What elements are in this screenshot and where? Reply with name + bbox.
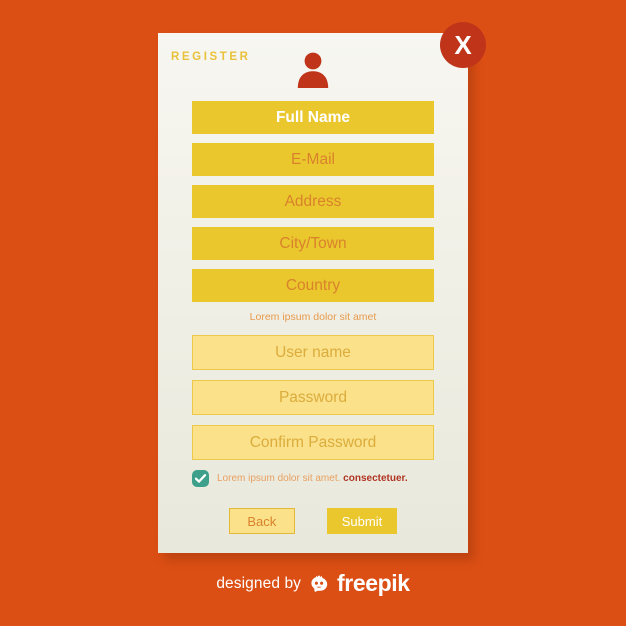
close-icon: X — [454, 30, 472, 60]
password-input[interactable]: Password — [192, 380, 434, 415]
consent-text-main: Lorem ipsum dolor sit amet. — [217, 473, 341, 484]
credential-field-group: User name Password Confirm Password — [158, 335, 468, 460]
username-input[interactable]: User name — [192, 335, 434, 370]
confirm-password-input[interactable]: Confirm Password — [192, 425, 434, 460]
city-town-input[interactable]: City/Town — [192, 227, 434, 260]
separator-text: Lorem ipsum dolor sit amet — [249, 311, 377, 323]
close-button[interactable]: X — [440, 22, 486, 68]
freepik-attribution: designed by freepik — [0, 570, 626, 597]
primary-field-group: Full Name E-Mail Address City/Town Count… — [158, 101, 468, 302]
country-input[interactable]: Country — [192, 269, 434, 302]
page-background: REGISTER Full Name E-Mail Address City/T… — [0, 0, 626, 626]
consent-text: Lorem ipsum dolor sit amet. consectetuer… — [217, 473, 408, 484]
full-name-input[interactable]: Full Name — [192, 101, 434, 134]
consent-text-link[interactable]: consectetuer. — [343, 473, 407, 484]
designed-by-label: designed by — [216, 574, 302, 592]
action-buttons: Back Submit — [158, 508, 468, 534]
address-input[interactable]: Address — [192, 185, 434, 218]
register-card: REGISTER Full Name E-Mail Address City/T… — [158, 33, 468, 553]
submit-button[interactable]: Submit — [326, 508, 398, 534]
card-header: REGISTER — [158, 33, 468, 101]
freepik-logo-icon — [308, 573, 330, 595]
user-avatar-icon — [293, 49, 333, 89]
consent-checkbox[interactable] — [192, 470, 209, 487]
consent-row: Lorem ipsum dolor sit amet. consectetuer… — [158, 470, 468, 487]
page-title: REGISTER — [171, 51, 251, 63]
check-icon — [194, 474, 207, 483]
back-button[interactable]: Back — [228, 508, 295, 534]
email-input[interactable]: E-Mail — [192, 143, 434, 176]
freepik-wordmark: freepik — [337, 570, 410, 596]
